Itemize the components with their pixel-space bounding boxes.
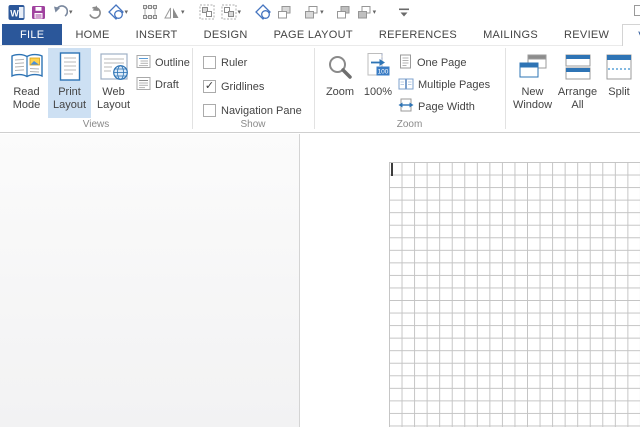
undo-icon[interactable]: ▾ xyxy=(52,2,73,22)
ungroup-icon[interactable]: ▾ xyxy=(221,2,242,22)
outline-icon xyxy=(136,54,151,72)
ruler-checkbox-row[interactable]: Ruler xyxy=(203,54,247,71)
svg-text:W: W xyxy=(10,8,19,18)
draft-icon xyxy=(136,76,151,94)
zoom-button[interactable]: Zoom xyxy=(321,48,359,118)
tab-review[interactable]: REVIEW xyxy=(551,24,622,45)
split-label: Split xyxy=(608,86,630,98)
new-window-button[interactable]: New Window xyxy=(511,48,554,118)
word-logo-icon: W xyxy=(8,2,25,22)
resize-handles-icon[interactable] xyxy=(142,2,158,22)
group-separator xyxy=(505,48,506,129)
window-control-partial-icon[interactable] xyxy=(634,5,640,16)
page-width-button[interactable]: Page Width xyxy=(398,97,475,117)
zoom-100-badge: 100 xyxy=(378,69,389,76)
print-layout-icon xyxy=(53,48,87,86)
multiple-pages-button[interactable]: Multiple Pages xyxy=(398,75,490,95)
page-width-label: Page Width xyxy=(418,101,475,113)
tab-references[interactable]: REFERENCES xyxy=(366,24,470,45)
group-separator xyxy=(314,48,315,129)
multiple-pages-label: Multiple Pages xyxy=(418,79,491,91)
outline-label: Outline xyxy=(155,57,190,69)
arrange-all-icon xyxy=(563,48,593,86)
zoom-100-button[interactable]: 100 100% xyxy=(359,48,397,118)
arrange-all-button[interactable]: Arrange All xyxy=(555,48,600,118)
print-layout-label: Print Layout xyxy=(52,86,87,111)
dropdown-arrow-icon[interactable]: ▾ xyxy=(181,9,185,16)
split-button[interactable]: Split xyxy=(601,48,637,118)
navigation-pane-checkbox[interactable] xyxy=(203,104,216,117)
page-left-edge xyxy=(299,134,300,427)
rotate-flip-icon[interactable]: ▾ xyxy=(164,2,185,22)
navigation-pane-checkbox-row[interactable]: Navigation Pane xyxy=(203,102,302,119)
web-layout-button[interactable]: Web Layout xyxy=(91,48,136,118)
gridlines-checkbox[interactable]: ✓ xyxy=(203,80,216,93)
zoom-100-icon: 100 xyxy=(363,48,393,86)
read-mode-button[interactable]: Read Mode xyxy=(5,48,48,118)
draft-button[interactable]: Draft xyxy=(136,75,179,95)
document-gridlines[interactable] xyxy=(389,162,640,427)
outline-button[interactable]: Outline xyxy=(136,53,190,73)
arrange-all-label: Arrange All xyxy=(557,86,598,111)
bring-to-front-icon[interactable] xyxy=(336,2,351,22)
dropdown-arrow-icon[interactable]: ▾ xyxy=(69,9,73,16)
one-page-button[interactable]: One Page xyxy=(398,53,467,73)
group-icon[interactable] xyxy=(199,2,215,22)
navigation-pane-label: Navigation Pane xyxy=(221,104,302,117)
web-layout-label: Web Layout xyxy=(96,86,131,111)
one-page-icon xyxy=(398,54,413,72)
bring-forward-icon[interactable] xyxy=(277,2,292,22)
show-group-label: Show xyxy=(240,119,266,130)
tab-mailings[interactable]: MAILINGS xyxy=(470,24,551,45)
draft-label: Draft xyxy=(155,79,179,91)
views-group-label: Views xyxy=(82,119,110,130)
gridlines-label: Gridlines xyxy=(221,80,265,93)
zoom-100-label: 100% xyxy=(363,86,393,98)
send-backward-icon[interactable]: ▾ xyxy=(304,2,324,22)
customize-quick-access-toolbar-icon[interactable] xyxy=(398,2,410,22)
tab-insert[interactable]: INSERT xyxy=(123,24,191,45)
freeform-shape-icon[interactable]: ▾ xyxy=(107,2,129,22)
dropdown-arrow-icon[interactable]: ▾ xyxy=(373,9,377,16)
send-to-back-icon[interactable]: ▾ xyxy=(357,2,377,22)
ribbon-view-tab-content: Read Mode Print Layout Web Layout Outlin… xyxy=(0,46,640,133)
document-area[interactable] xyxy=(0,134,640,427)
new-window-label: New Window xyxy=(512,86,553,111)
tab-design[interactable]: DESIGN xyxy=(191,24,261,45)
read-mode-label: Read Mode xyxy=(12,86,41,111)
dropdown-arrow-icon[interactable]: ▾ xyxy=(125,9,129,16)
tab-file[interactable]: FILE xyxy=(2,24,63,45)
shapes-icon[interactable] xyxy=(255,2,271,22)
word-window: W ▾ ▾ ▾ ▾ ▾ ▾ FILE HOME INSERT DESIGN PA… xyxy=(0,0,640,427)
dropdown-arrow-icon[interactable]: ▾ xyxy=(238,9,242,16)
gridlines-checkbox-row[interactable]: ✓ Gridlines xyxy=(203,78,264,95)
zoom-group-label: Zoom xyxy=(396,119,423,130)
tab-home[interactable]: HOME xyxy=(62,24,122,45)
print-layout-button[interactable]: Print Layout xyxy=(48,48,91,118)
split-icon xyxy=(604,48,634,86)
title-bar: W ▾ ▾ ▾ ▾ ▾ ▾ xyxy=(0,0,640,24)
web-layout-icon xyxy=(97,48,131,86)
document-canvas-background xyxy=(0,134,299,427)
ruler-label: Ruler xyxy=(221,56,248,69)
page-width-icon xyxy=(398,98,414,116)
new-window-icon xyxy=(518,48,548,86)
text-cursor-caret xyxy=(391,163,393,176)
one-page-label: One Page xyxy=(417,57,467,69)
zoom-icon xyxy=(326,48,354,86)
save-icon[interactable] xyxy=(31,2,46,22)
group-separator xyxy=(192,48,193,129)
tab-page-layout[interactable]: PAGE LAYOUT xyxy=(261,24,366,45)
redo-icon[interactable] xyxy=(87,2,102,22)
ribbon-tab-bar: FILE HOME INSERT DESIGN PAGE LAYOUT REFE… xyxy=(0,24,640,46)
read-mode-icon xyxy=(10,48,44,86)
dropdown-arrow-icon[interactable]: ▾ xyxy=(320,9,324,16)
tab-view[interactable]: VIEW xyxy=(622,24,640,46)
zoom-label: Zoom xyxy=(325,86,355,98)
multiple-pages-icon xyxy=(398,77,414,94)
ruler-checkbox[interactable] xyxy=(203,56,216,69)
